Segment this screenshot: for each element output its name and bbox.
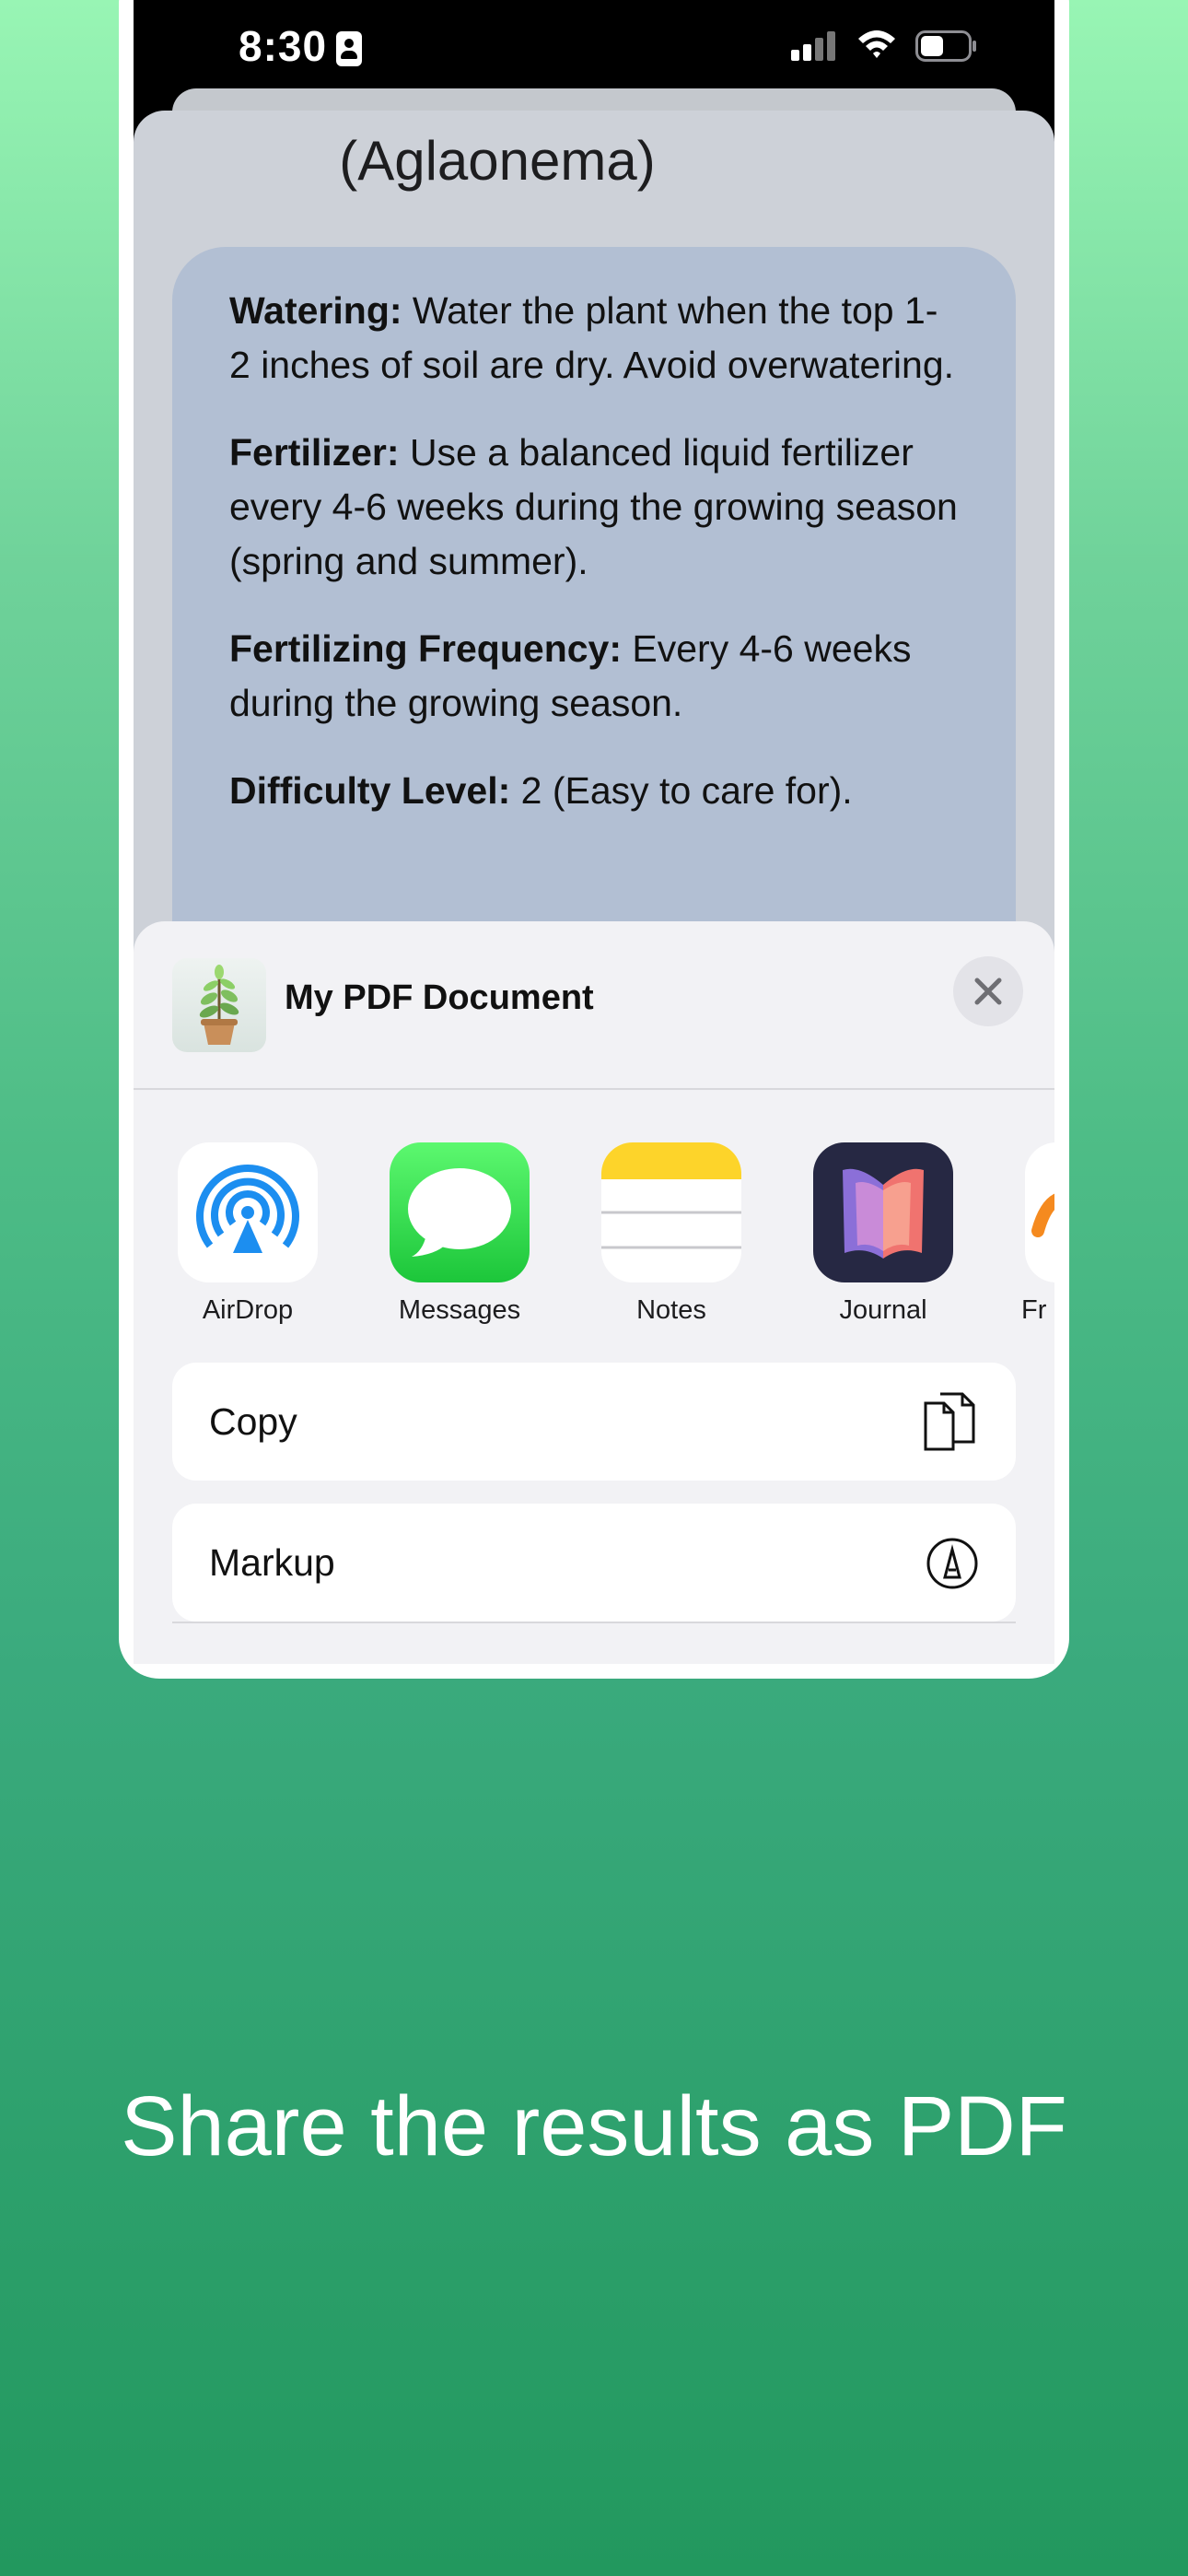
share-sheet: My PDF Document AirDrop Messages Notes J… — [134, 921, 1054, 1664]
divider — [172, 1622, 1016, 1623]
app-label: Journal — [839, 1295, 927, 1325]
share-app-notes[interactable]: Notes — [579, 1142, 763, 1326]
status-bar: 8:30 — [134, 0, 1054, 92]
markup-action[interactable]: Markup — [172, 1504, 1016, 1622]
app-label: AirDrop — [202, 1295, 294, 1325]
share-app-journal[interactable]: Journal — [791, 1142, 975, 1326]
care-item-label: Watering: — [229, 289, 402, 332]
phone-screen: 8:30 (Aglaonema) Watering: Water the pla… — [134, 0, 1054, 1664]
care-item-difficulty: Difficulty Level: 2 (Easy to care for). — [229, 764, 959, 818]
share-sheet-title: My PDF Document — [285, 978, 594, 1017]
markup-icon — [926, 1538, 978, 1589]
care-item-text: 2 (Easy to care for). — [510, 769, 853, 812]
care-item-label: Difficulty Level: — [229, 769, 511, 812]
care-item-label: Fertilizing Frequency: — [229, 627, 622, 670]
document-thumbnail — [172, 958, 266, 1052]
document-title: (Aglaonema) — [339, 130, 656, 192]
battery-icon — [915, 30, 976, 62]
share-apps-row: AirDrop Messages Notes Journal Fr — [134, 1142, 1054, 1327]
care-item-watering: Watering: Water the plant when the top 1… — [229, 284, 959, 392]
action-label: Copy — [209, 1400, 297, 1443]
action-label: Markup — [209, 1541, 335, 1584]
status-time: 8:30 — [239, 22, 328, 70]
cellular-signal-icon — [791, 31, 835, 61]
notes-icon — [601, 1142, 741, 1282]
share-app-freeform[interactable]: Fr — [1003, 1142, 1054, 1326]
freeform-icon — [1025, 1142, 1054, 1282]
contact-card-icon — [336, 31, 362, 66]
share-app-airdrop[interactable]: AirDrop — [156, 1142, 340, 1326]
copy-action[interactable]: Copy — [172, 1363, 1016, 1481]
care-item-fertilizer: Fertilizer: Use a balanced liquid fertil… — [229, 426, 959, 589]
share-sheet-header: My PDF Document — [134, 921, 1054, 1090]
promo-caption: Share the results as PDF — [121, 2079, 1067, 2173]
close-button[interactable] — [953, 956, 1023, 1026]
phone-frame: 8:30 (Aglaonema) Watering: Water the pla… — [119, 0, 1069, 1679]
care-item-label: Fertilizer: — [229, 431, 400, 474]
app-label: Messages — [398, 1295, 521, 1325]
share-app-messages[interactable]: Messages — [367, 1142, 552, 1326]
care-item-fertilizing-frequency: Fertilizing Frequency: Every 4-6 weeks d… — [229, 622, 959, 731]
plant-icon — [199, 965, 239, 1045]
copy-icon — [924, 1392, 975, 1451]
airdrop-icon — [178, 1142, 318, 1282]
journal-icon — [813, 1142, 953, 1282]
app-label: Fr — [1021, 1295, 1047, 1325]
app-label: Notes — [636, 1295, 706, 1325]
wifi-icon — [858, 30, 895, 58]
messages-icon — [390, 1142, 530, 1282]
close-icon — [974, 978, 1002, 1005]
